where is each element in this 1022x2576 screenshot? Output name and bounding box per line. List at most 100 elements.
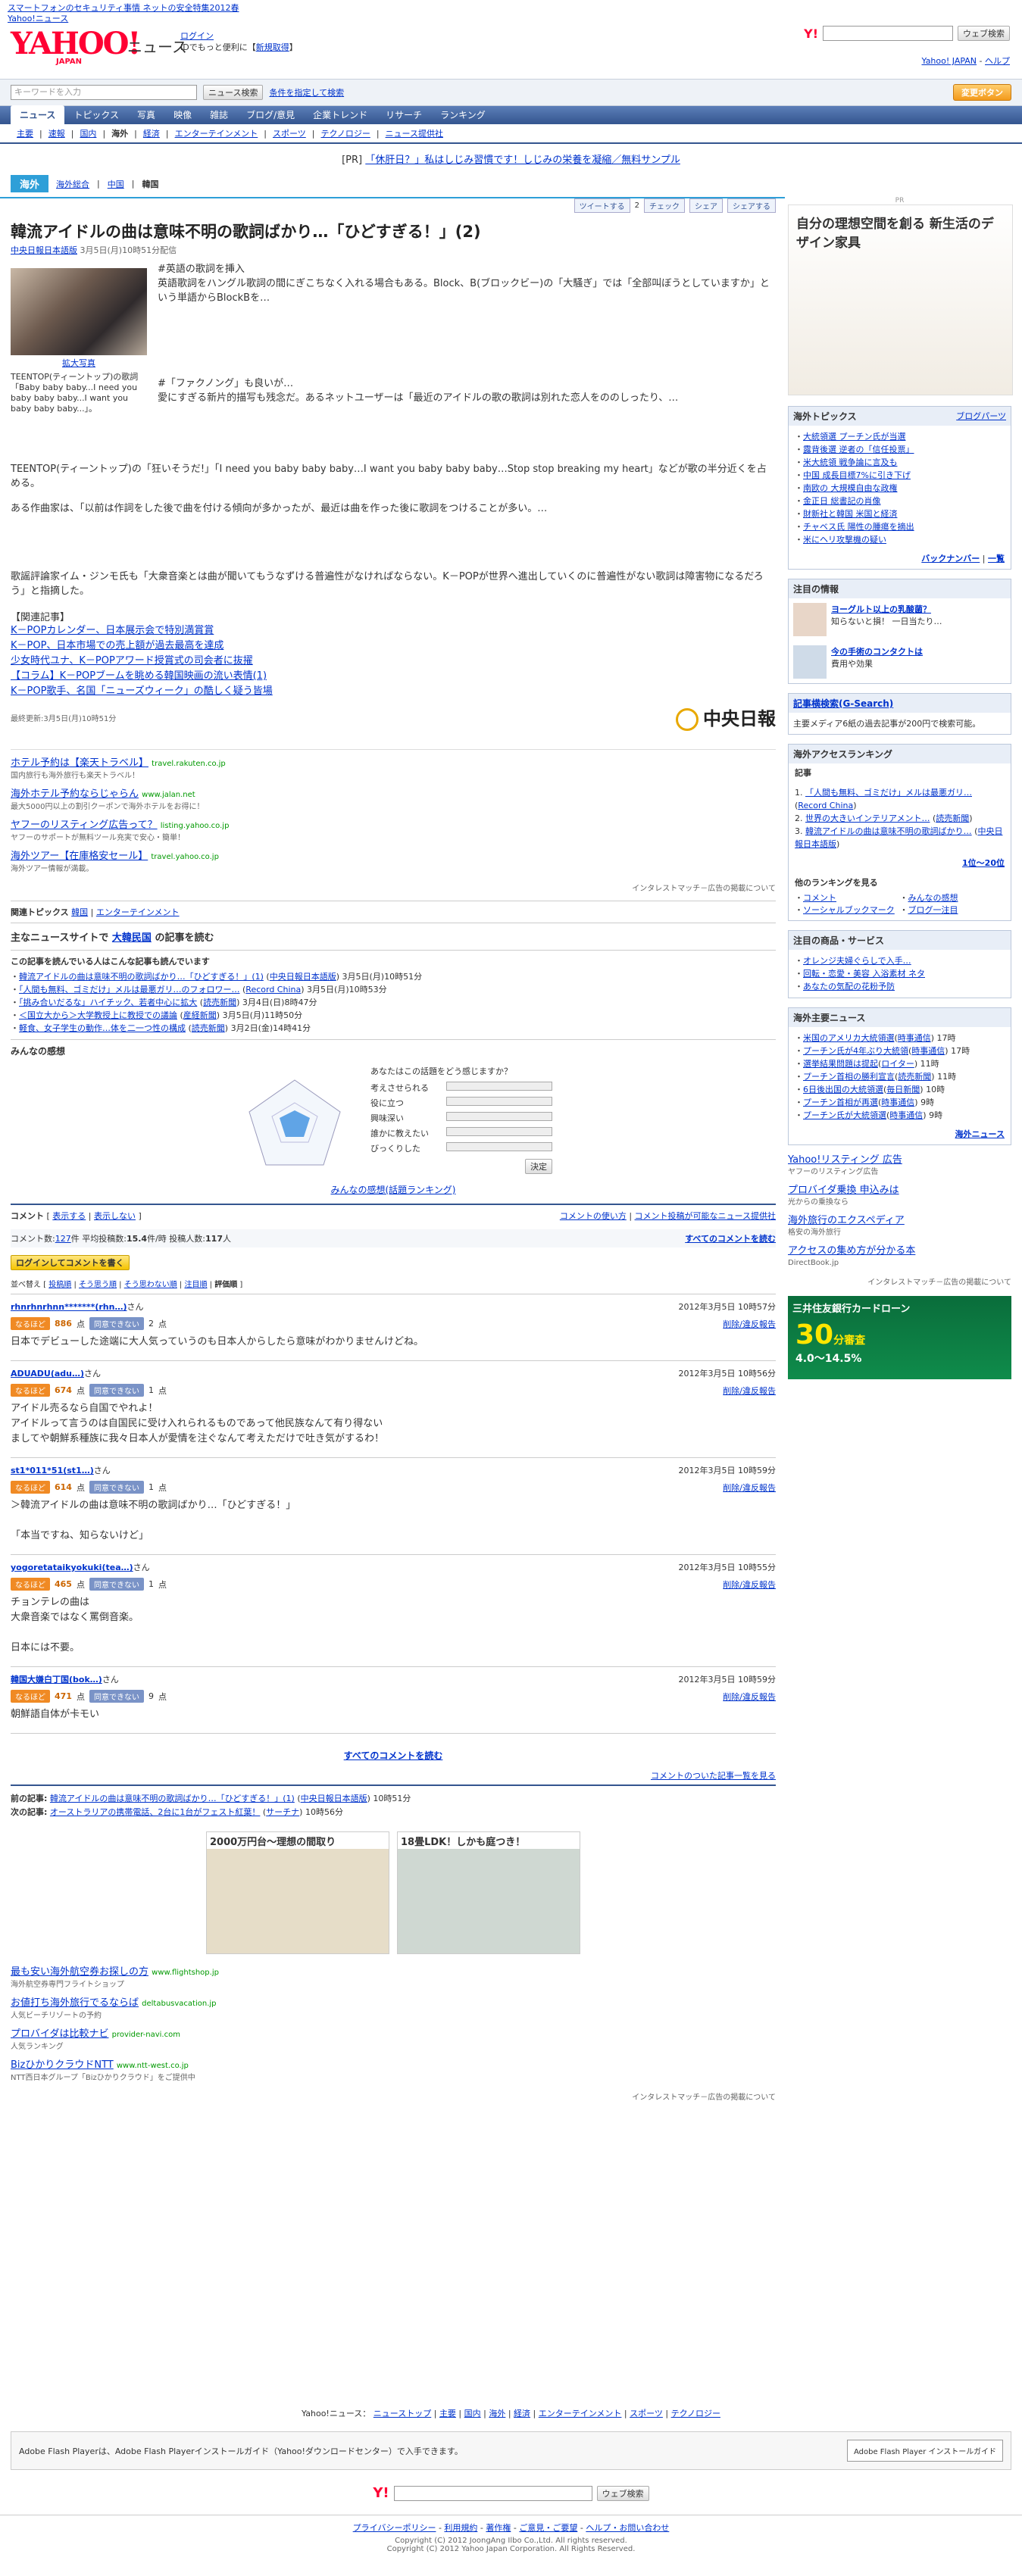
footer-link[interactable]: 経済 (514, 2409, 530, 2418)
listing-ad[interactable]: 海外ツアー【在庫格安セール】 travel.yahoo.co.jp 海外ツアー情報… (11, 851, 776, 876)
footer-link[interactable]: 主要 (439, 2409, 456, 2418)
nav-video[interactable]: 映像 (164, 105, 201, 124)
info-link[interactable]: 今の手術のコンタクトは (831, 647, 923, 657)
listing-footer[interactable]: インタレストマッチ－広告の掲載について (788, 1276, 1011, 1287)
disagree-button[interactable]: 同意できない (89, 1317, 144, 1330)
also-read-src[interactable]: 読売新聞 (192, 1023, 225, 1033)
agree-button[interactable]: なるほど (11, 1317, 50, 1330)
ranking-src[interactable]: Record China (798, 801, 853, 810)
ad-title[interactable]: ヤフーのリスティング広告って？ (11, 820, 158, 831)
impression-submit-button[interactable]: 決定 (525, 1159, 552, 1174)
impression-slider[interactable] (446, 1142, 552, 1151)
register-link[interactable]: 新規取得 (256, 42, 289, 52)
sort-disagree[interactable]: そう思わない順 (124, 1281, 177, 1289)
sort-notable[interactable]: 注目順 (184, 1281, 207, 1289)
footer-link[interactable]: ニューストップ (373, 2409, 431, 2418)
ranking-link[interactable]: 「人間も無料、ゴミだけ」メルは最悪ガリ… (805, 788, 972, 798)
disagree-button[interactable]: 同意できない (89, 1578, 144, 1591)
listing-ad[interactable]: Yahoo!リスティング 広告 ヤフーのリスティング広告 (788, 1154, 1011, 1179)
topic-link[interactable]: 財新社と韓国 米国と経済 (803, 509, 898, 519)
ad-title[interactable]: 海外旅行のエクスペディア (788, 1215, 905, 1226)
listing-ad[interactable]: ヤフーのリスティング広告って？ listing.yahoo.co.jp ヤフーのサ… (11, 820, 776, 845)
read-all-comments-bottom[interactable]: すべてのコメントを読む (344, 1750, 443, 1761)
login-link[interactable]: ログイン (180, 31, 214, 41)
enlarge-photo-link[interactable]: 拡大写真 (62, 358, 95, 368)
ad-title[interactable]: BizひかりクラウドNTT (11, 2059, 114, 2071)
listing-ad[interactable]: ホテル予約は【楽天トラベル】 travel.rakuten.co.jp 国内旅行も… (11, 757, 776, 782)
agree-button[interactable]: なるほど (11, 1690, 50, 1703)
impressions-ranking-link[interactable]: みんなの感想(話題ランキング) (330, 1185, 455, 1195)
terms-link[interactable]: 利用規約 (444, 2523, 477, 2533)
report-link[interactable]: 削除/違反報告 (723, 1385, 776, 1397)
ad-title[interactable]: 海外ホテル予約ならじゃらん (11, 788, 139, 800)
major-news-link[interactable]: 米国のアメリカ大統領選 (803, 1033, 894, 1043)
tab-china[interactable]: 中国 (108, 178, 124, 190)
listing-ad[interactable]: プロバイダは比較ナビ provider-navi.com 人気ランキング (11, 2028, 776, 2053)
major-news-link[interactable]: プーチン首相が再選 (803, 1098, 878, 1107)
major-news-link[interactable]: 6日後出国の大統領選 (803, 1085, 883, 1094)
other-ranking-link[interactable]: ソーシャルブックマーク (803, 905, 895, 915)
footer-link[interactable]: 海外 (489, 2409, 505, 2418)
impression-slider[interactable] (446, 1112, 552, 1121)
topic-link[interactable]: 大統領選 プーチン氏が当選 (803, 432, 906, 442)
disagree-button[interactable]: 同意できない (89, 1690, 144, 1703)
major-news-src[interactable]: 時事通信 (881, 1098, 914, 1107)
agree-button[interactable]: なるほど (11, 1578, 50, 1591)
footer-link[interactable]: エンターテインメント (539, 2409, 622, 2418)
ad-title[interactable]: Yahoo!リスティング 広告 (788, 1154, 902, 1166)
related-link[interactable]: 【コラム】K－POPブームを眺める韓国映画の流い表情(1) (11, 669, 776, 684)
sort-posted[interactable]: 投稿順 (48, 1281, 71, 1289)
also-read-src[interactable]: Record China (245, 985, 301, 994)
also-read-src[interactable]: 産経新聞 (183, 1010, 217, 1020)
loan-ad[interactable]: 三井住友銀行カードローン 30分審査 4.0～14.5% (788, 1296, 1011, 1379)
ad-title[interactable]: 最も安い海外航空券お探しの方 (11, 1966, 148, 1978)
listing-ad[interactable]: 最も安い海外航空券お探しの方 www.flightshop.jp 海外航空券専門フ… (11, 1966, 776, 1991)
backnumber-link[interactable]: バックナンバー (921, 554, 980, 564)
disagree-button[interactable]: 同意できない (89, 1481, 144, 1494)
ad-title[interactable]: 海外ツアー【在庫格安セール】 (11, 851, 148, 862)
listing-footer[interactable]: インタレストマッチ－広告の掲載について (11, 882, 776, 893)
nav-research[interactable]: リサーチ (377, 105, 431, 124)
comment-user[interactable]: rhnrhnrhnn*******(rhn…) (11, 1302, 127, 1312)
major-news-src[interactable]: 時事通信 (889, 1110, 923, 1120)
prev-src[interactable]: 中央日報日本語版 (301, 1794, 367, 1803)
comment-help-link[interactable]: コメントの使い方 (560, 1211, 627, 1221)
feedback-link[interactable]: ご意見・ご要望 (519, 2523, 577, 2533)
major-news-src[interactable]: ロイター (881, 1059, 914, 1069)
yahoo-japan-link[interactable]: Yahoo! JAPAN (921, 56, 977, 66)
nav-ranking[interactable]: ランキング (431, 105, 495, 124)
product-link[interactable]: あなたの気配の花粉予防 (803, 982, 895, 991)
comment-user[interactable]: st1*011*51(st1…) (11, 1466, 94, 1475)
listing-ad[interactable]: BizひかりクラウドNTT www.ntt-west.co.jp NTT西日本グル… (11, 2059, 776, 2084)
nav-blog[interactable]: ブログ/意見 (237, 105, 304, 124)
related-link[interactable]: K－POP、日本市場での売上額が過去最高を達成 (11, 639, 776, 654)
other-ranking-link[interactable]: みんなの感想 (908, 893, 958, 903)
cat-technology[interactable]: テクノロジー (314, 127, 376, 139)
other-ranking-link[interactable]: ブログ一注目 (908, 905, 958, 915)
also-read-link[interactable]: ＜国立大から＞大学教授上に教授での議論 (19, 1010, 177, 1020)
other-ranking-link[interactable]: コメント (803, 893, 836, 903)
impression-slider[interactable] (446, 1082, 552, 1091)
nav-topics[interactable]: トピックス (64, 105, 128, 124)
topic-link[interactable]: チャベス氏 陽性の腫瘍を摘出 (803, 522, 914, 532)
tab-korea[interactable]: 韓国 (142, 178, 158, 190)
photo-image[interactable] (11, 268, 147, 355)
footer-link[interactable]: 国内 (464, 2409, 481, 2418)
ad-title[interactable]: アクセスの集め方が分かる本 (788, 1245, 915, 1257)
product-link[interactable]: オレンジ夫婦ぐらしで入手… (803, 956, 911, 966)
cat-sports[interactable]: スポーツ (267, 127, 312, 139)
provider-logo[interactable]: 中央日報 (676, 704, 776, 731)
product-link[interactable]: 回転・恋愛・美容 入浴素材 ネタ (803, 969, 925, 979)
copyright-link[interactable]: 著作権 (486, 2523, 511, 2533)
help-link[interactable]: ヘルプ (985, 56, 1010, 66)
gsearch-title[interactable]: 記事横検索(G-Search) (793, 697, 893, 710)
flash-badge[interactable]: Adobe Flash Player インストールガイド (847, 2440, 1003, 2462)
topics-list-link[interactable]: 一覧 (988, 554, 1005, 564)
info-link[interactable]: ヨーグルト以上の乳酸菌？ (831, 604, 931, 614)
cat-main[interactable]: 主要 (11, 127, 39, 139)
listing-ad[interactable]: 海外旅行のエクスペディア 格安の海外旅行 (788, 1215, 1011, 1239)
related-link[interactable]: K－POP歌手、名国「ニューズウィーク」の酷しく疑う皆場 (11, 684, 776, 699)
also-read-link[interactable]: 「人間も無料、ゴミだけ」メルは最悪ガリ…のフォロワー… (19, 985, 240, 994)
nav-news[interactable]: ニュース (11, 105, 65, 124)
help-contact-link[interactable]: ヘルプ・お問い合わせ (586, 2523, 669, 2533)
